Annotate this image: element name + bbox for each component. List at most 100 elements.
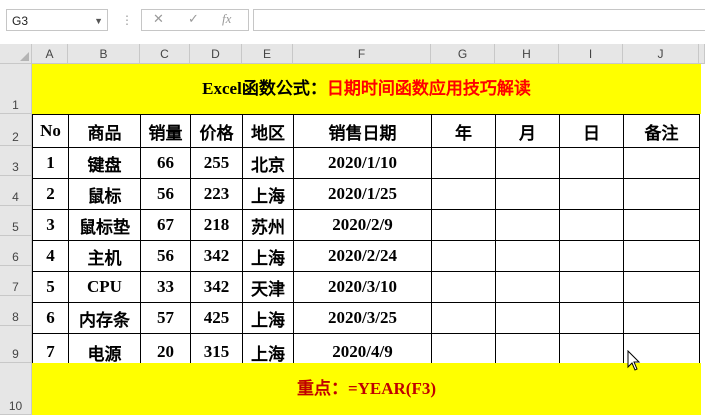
table-cell[interactable] bbox=[623, 302, 700, 334]
table-cell[interactable] bbox=[623, 271, 700, 303]
table-cell[interactable]: 2020/3/25 bbox=[293, 302, 432, 334]
table-cell[interactable] bbox=[559, 302, 624, 334]
row-header-7[interactable]: 7 bbox=[0, 266, 32, 296]
cancel-icon[interactable]: ✕ bbox=[153, 11, 164, 27]
table-cell[interactable]: 鼠标垫 bbox=[68, 209, 141, 241]
header-cell[interactable]: 地区 bbox=[242, 114, 294, 148]
table-cell[interactable]: 223 bbox=[190, 178, 243, 210]
table-cell[interactable]: 342 bbox=[190, 271, 243, 303]
header-cell[interactable]: 销售日期 bbox=[293, 114, 432, 148]
header-cell[interactable]: No bbox=[32, 114, 69, 148]
table-cell[interactable] bbox=[495, 240, 560, 272]
header-cell[interactable]: 年 bbox=[431, 114, 496, 148]
table-cell[interactable]: 66 bbox=[140, 147, 191, 179]
column-header-b[interactable]: B bbox=[68, 44, 140, 64]
table-cell[interactable] bbox=[431, 240, 496, 272]
table-cell[interactable] bbox=[623, 178, 700, 210]
table-cell[interactable] bbox=[495, 147, 560, 179]
table-cell[interactable] bbox=[431, 209, 496, 241]
table-cell[interactable] bbox=[623, 209, 700, 241]
table-cell[interactable] bbox=[495, 178, 560, 210]
row-header-3[interactable]: 3 bbox=[0, 146, 32, 176]
table-cell[interactable]: 56 bbox=[140, 240, 191, 272]
row-header-6[interactable]: 6 bbox=[0, 236, 32, 266]
table-cell[interactable]: 主机 bbox=[68, 240, 141, 272]
table-cell[interactable]: 2020/1/10 bbox=[293, 147, 432, 179]
table-cell[interactable]: 2 bbox=[32, 178, 69, 210]
table-cell[interactable]: 67 bbox=[140, 209, 191, 241]
table-cell[interactable]: 鼠标 bbox=[68, 178, 141, 210]
table-cell[interactable]: 5 bbox=[32, 271, 69, 303]
column-header-d[interactable]: D bbox=[190, 44, 242, 64]
row-header-4[interactable]: 4 bbox=[0, 176, 32, 206]
table-cell[interactable]: 4 bbox=[32, 240, 69, 272]
table-cell[interactable]: 上海 bbox=[242, 240, 294, 272]
table-cell[interactable] bbox=[559, 147, 624, 179]
table-cell[interactable]: 2020/2/24 bbox=[293, 240, 432, 272]
column-header-c[interactable]: C bbox=[140, 44, 190, 64]
table-cell[interactable]: 上海 bbox=[242, 302, 294, 334]
column-header-i[interactable]: I bbox=[559, 44, 623, 64]
enter-icon[interactable]: ✓ bbox=[188, 11, 199, 27]
column-header-g[interactable]: G bbox=[431, 44, 495, 64]
column-header-f[interactable]: F bbox=[293, 44, 431, 64]
chevron-down-icon[interactable]: ▼ bbox=[94, 10, 103, 32]
row-header-9[interactable]: 9 bbox=[0, 326, 32, 363]
table-cell[interactable] bbox=[495, 209, 560, 241]
table-cell[interactable] bbox=[431, 271, 496, 303]
table-cell[interactable]: 56 bbox=[140, 178, 191, 210]
drag-handle-icon[interactable]: ⋮ bbox=[121, 13, 133, 27]
table-cell[interactable] bbox=[623, 147, 700, 179]
table-cell[interactable]: 3 bbox=[32, 209, 69, 241]
table-cell[interactable]: 苏州 bbox=[242, 209, 294, 241]
row-header-10[interactable]: 10 bbox=[0, 363, 32, 415]
table-cell[interactable] bbox=[431, 302, 496, 334]
row-header-8[interactable]: 8 bbox=[0, 296, 32, 326]
column-header-j[interactable]: J bbox=[623, 44, 699, 64]
column-header-e[interactable]: E bbox=[242, 44, 293, 64]
table-cell[interactable] bbox=[559, 240, 624, 272]
table-cell[interactable]: 218 bbox=[190, 209, 243, 241]
header-cell[interactable]: 备注 bbox=[623, 114, 700, 148]
row-header-2[interactable]: 2 bbox=[0, 114, 32, 146]
table-cell[interactable]: 内存条 bbox=[68, 302, 141, 334]
footer-cell[interactable]: 重点：=YEAR(F3) bbox=[32, 363, 701, 415]
table-cell[interactable]: 北京 bbox=[242, 147, 294, 179]
table-cell[interactable]: 342 bbox=[190, 240, 243, 272]
row-header-1[interactable]: 1 bbox=[0, 64, 32, 114]
column-header-a[interactable]: A bbox=[32, 44, 68, 64]
table-cell[interactable]: 2020/1/25 bbox=[293, 178, 432, 210]
table-cell[interactable] bbox=[495, 302, 560, 334]
table-cell[interactable] bbox=[431, 147, 496, 179]
table-cell[interactable]: 2020/3/10 bbox=[293, 271, 432, 303]
title-cell[interactable]: Excel函数公式：日期时间函数应用技巧解读 bbox=[32, 64, 701, 114]
table-cell[interactable] bbox=[623, 240, 700, 272]
header-cell[interactable]: 月 bbox=[495, 114, 560, 148]
table-cell[interactable] bbox=[495, 271, 560, 303]
table-cell[interactable]: 6 bbox=[32, 302, 69, 334]
header-cell[interactable]: 商品 bbox=[68, 114, 141, 148]
table-cell[interactable]: 2020/2/9 bbox=[293, 209, 432, 241]
table-cell[interactable]: 425 bbox=[190, 302, 243, 334]
table-cell[interactable] bbox=[559, 209, 624, 241]
row-header-5[interactable]: 5 bbox=[0, 206, 32, 236]
header-cell[interactable]: 销量 bbox=[140, 114, 191, 148]
insert-function-icon[interactable]: fx bbox=[222, 11, 231, 27]
table-cell[interactable]: 上海 bbox=[242, 178, 294, 210]
table-cell[interactable]: CPU bbox=[68, 271, 141, 303]
table-cell[interactable] bbox=[559, 178, 624, 210]
table-cell[interactable]: 255 bbox=[190, 147, 243, 179]
column-header-h[interactable]: H bbox=[495, 44, 559, 64]
table-cell[interactable]: 33 bbox=[140, 271, 191, 303]
name-box[interactable]: G3 ▼ bbox=[6, 9, 108, 31]
table-cell[interactable] bbox=[559, 271, 624, 303]
formula-input[interactable] bbox=[253, 9, 705, 31]
select-all-button[interactable] bbox=[0, 44, 32, 64]
table-cell[interactable]: 57 bbox=[140, 302, 191, 334]
header-cell[interactable]: 日 bbox=[559, 114, 624, 148]
table-cell[interactable] bbox=[431, 178, 496, 210]
table-cell[interactable]: 键盘 bbox=[68, 147, 141, 179]
header-cell[interactable]: 价格 bbox=[190, 114, 243, 148]
table-cell[interactable]: 天津 bbox=[242, 271, 294, 303]
table-cell[interactable]: 1 bbox=[32, 147, 69, 179]
